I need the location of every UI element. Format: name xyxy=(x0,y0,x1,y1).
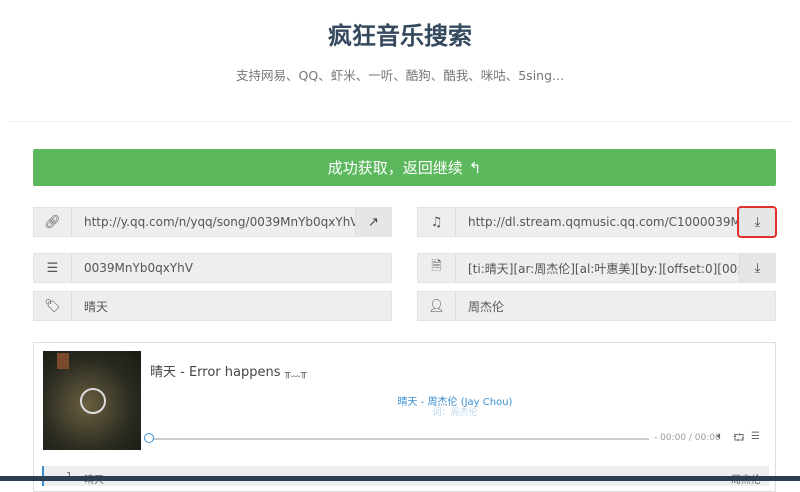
song-link-input[interactable]: http://y.qq.com/n/yqq/song/0039MnYb0qxYh… xyxy=(72,208,355,236)
lyrics-field: 🗎 [ti:晴天][ar:周杰伦][al:叶惠美][by:][offset:0]… xyxy=(417,253,776,283)
song-title-input[interactable]: 晴天 xyxy=(72,292,391,320)
progress-bar[interactable] xyxy=(152,438,649,440)
play-icon[interactable] xyxy=(80,388,106,414)
link-icon: 🔗︎ xyxy=(34,208,72,236)
back-label: 成功获取，返回继续 xyxy=(327,159,463,177)
music-url-field: ♫ http://dl.stream.qqmusic.qq.com/C10000… xyxy=(417,206,777,238)
page-title: 疯狂音乐搜索 xyxy=(328,22,472,50)
bottom-bar xyxy=(0,476,800,481)
player-time: - 00:00 / 00:00 xyxy=(654,433,721,443)
artist-input[interactable]: 周杰伦 xyxy=(456,292,775,320)
tag-icon: 🏷︎ xyxy=(34,292,72,320)
music-icon: ♫ xyxy=(418,208,456,236)
download-icon: ⤓ xyxy=(754,214,761,230)
lyric-next: 词：周杰伦 xyxy=(432,408,478,418)
song-id-field: ☰ 0039MnYb0qxYhV xyxy=(33,253,392,283)
loop-icon[interactable]: ⮔ xyxy=(733,431,745,448)
divider xyxy=(8,121,792,122)
user-icon: 👤︎ xyxy=(418,292,456,320)
player-title: 晴天 - Error happens ╥﹏╥ xyxy=(150,361,307,380)
playlist-menu-icon[interactable]: ☰ xyxy=(751,431,760,442)
song-id-input[interactable]: 0039MnYb0qxYhV xyxy=(72,254,391,282)
cover-art-detail xyxy=(57,353,69,369)
download-icon: ⤓ xyxy=(754,260,761,276)
volume-icon[interactable]: 🔈︎ xyxy=(717,431,723,442)
player-title-text: 晴天 - Error happens xyxy=(150,365,281,380)
external-link-icon: ↗ xyxy=(368,214,379,230)
album-cover[interactable] xyxy=(43,351,141,450)
back-continue-button[interactable]: 成功获取，返回继续 ↰ xyxy=(33,149,776,186)
lyrics-input[interactable]: [ti:晴天][ar:周杰伦][al:叶惠美][by:][offset:0][0… xyxy=(456,254,739,282)
music-url-input[interactable]: http://dl.stream.qqmusic.qq.com/C1000039… xyxy=(456,208,739,236)
download-music-button[interactable]: ⤓ xyxy=(737,206,777,238)
page-subtitle: 支持网易、QQ、虾米、一听、酷狗、酷我、咪咕、5sing... xyxy=(236,68,564,83)
artist-field: 👤︎ 周杰伦 xyxy=(417,291,776,321)
error-face: ╥﹏╥ xyxy=(284,368,307,379)
file-text-icon: 🗎 xyxy=(418,254,456,282)
open-link-button[interactable]: ↗ xyxy=(355,208,391,236)
download-lyrics-button[interactable]: ⤓ xyxy=(739,254,775,282)
list-icon: ☰ xyxy=(34,254,72,282)
progress-handle[interactable] xyxy=(144,433,154,443)
song-link-field: 🔗︎ http://y.qq.com/n/yqq/song/0039MnYb0q… xyxy=(33,207,392,237)
reply-icon: ↰ xyxy=(468,158,482,177)
music-player: 晴天 - Error happens ╥﹏╥ 晴天 - 周杰伦 (Jay Cho… xyxy=(33,342,776,492)
song-title-field: 🏷︎ 晴天 xyxy=(33,291,392,321)
